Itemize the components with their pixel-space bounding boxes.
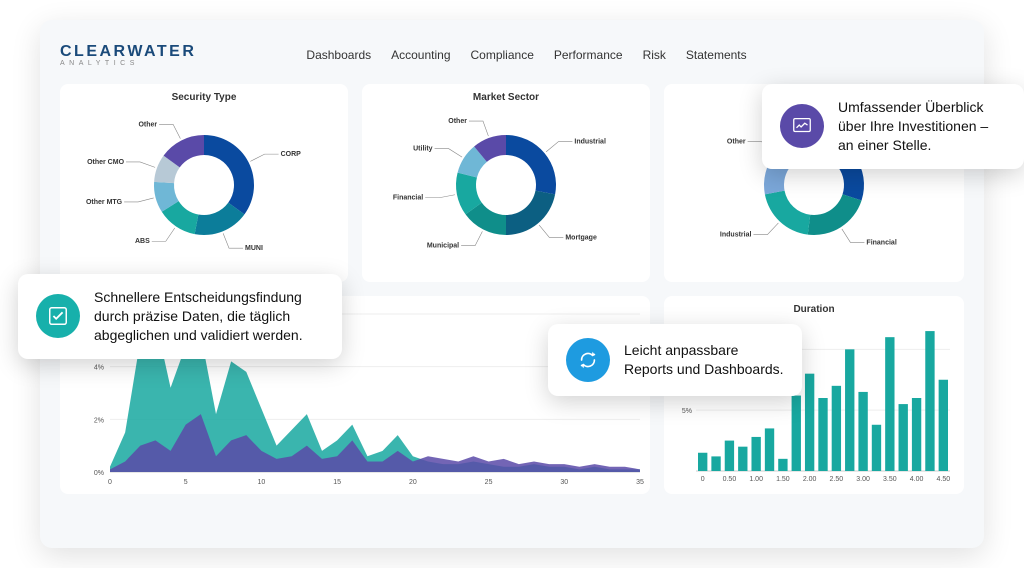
svg-text:1.50: 1.50 bbox=[776, 476, 790, 483]
chart-market-sector: Industrial Mortgage Municipal Financial Util… bbox=[376, 107, 636, 257]
svg-text:Other: Other bbox=[727, 139, 746, 146]
callout-text: Umfassender Überblick über Ihre Investit… bbox=[838, 98, 1006, 155]
brand-main: CLEARWATER bbox=[60, 44, 196, 60]
callout-text: Leicht anpassbare Reports und Dashboards… bbox=[624, 341, 784, 379]
svg-text:5: 5 bbox=[184, 479, 188, 486]
card-title: Market Sector bbox=[372, 92, 640, 103]
svg-text:Other: Other bbox=[448, 118, 467, 125]
svg-text:Industrial: Industrial bbox=[720, 232, 752, 239]
nav-item-performance[interactable]: Performance bbox=[554, 48, 623, 62]
svg-text:0: 0 bbox=[701, 476, 705, 483]
card-market-sector: Market Sector Industrial Mortgage Municipa… bbox=[362, 84, 650, 282]
svg-text:0: 0 bbox=[108, 479, 112, 486]
svg-text:Mortgage: Mortgage bbox=[565, 234, 597, 241]
svg-text:4.00: 4.00 bbox=[910, 476, 924, 483]
nav-item-compliance[interactable]: Compliance bbox=[471, 48, 534, 62]
svg-text:5%: 5% bbox=[682, 408, 692, 415]
svg-text:Financial: Financial bbox=[393, 195, 423, 202]
svg-text:20: 20 bbox=[409, 479, 417, 486]
nav-menu: Dashboards Accounting Compliance Perform… bbox=[306, 48, 746, 62]
card-title: Security Type bbox=[70, 92, 338, 103]
card-security-type: Security Type CORP MUNI ABS Other MTG Other … bbox=[60, 84, 348, 282]
svg-text:15: 15 bbox=[333, 479, 341, 486]
callout-validate: Schnellere Entscheidungsfindung durch pr… bbox=[18, 274, 342, 359]
svg-text:CORP: CORP bbox=[281, 151, 302, 158]
svg-text:Municipal: Municipal bbox=[427, 243, 459, 250]
svg-text:3.00: 3.00 bbox=[856, 476, 870, 483]
svg-text:35: 35 bbox=[636, 479, 644, 486]
topbar: CLEARWATER ANALYTICS Dashboards Accounti… bbox=[60, 36, 964, 74]
nav-item-risk[interactable]: Risk bbox=[643, 48, 666, 62]
svg-text:2.50: 2.50 bbox=[830, 476, 844, 483]
chart-security-type: CORP MUNI ABS Other MTG Other CMO Other bbox=[74, 107, 334, 257]
refresh-icon bbox=[566, 338, 610, 382]
nav-item-accounting[interactable]: Accounting bbox=[391, 48, 450, 62]
svg-text:4%: 4% bbox=[94, 365, 104, 372]
brand-sub: ANALYTICS bbox=[60, 60, 196, 67]
card-title: Duration bbox=[674, 304, 954, 315]
svg-text:2.00: 2.00 bbox=[803, 476, 817, 483]
svg-text:1.00: 1.00 bbox=[749, 476, 763, 483]
svg-text:MUNI: MUNI bbox=[245, 245, 263, 252]
callout-text: Schnellere Entscheidungsfindung durch pr… bbox=[94, 288, 324, 345]
svg-text:Industrial: Industrial bbox=[574, 139, 606, 146]
svg-text:Other MTG: Other MTG bbox=[86, 199, 123, 206]
svg-text:25: 25 bbox=[485, 479, 493, 486]
svg-text:Other: Other bbox=[138, 121, 157, 128]
svg-text:0.50: 0.50 bbox=[723, 476, 737, 483]
svg-text:0%: 0% bbox=[94, 470, 104, 477]
svg-text:3.50: 3.50 bbox=[883, 476, 897, 483]
svg-text:Other CMO: Other CMO bbox=[87, 159, 125, 166]
svg-text:4.50: 4.50 bbox=[937, 476, 951, 483]
svg-text:30: 30 bbox=[560, 479, 568, 486]
svg-text:10: 10 bbox=[258, 479, 266, 486]
svg-text:Utility: Utility bbox=[413, 146, 433, 153]
callout-overview: Umfassender Überblick über Ihre Investit… bbox=[762, 84, 1024, 169]
svg-text:Financial: Financial bbox=[866, 239, 896, 246]
check-icon bbox=[36, 294, 80, 338]
nav-item-statements[interactable]: Statements bbox=[686, 48, 747, 62]
nav-item-dashboards[interactable]: Dashboards bbox=[306, 48, 371, 62]
svg-text:2%: 2% bbox=[94, 417, 104, 424]
chart-icon bbox=[780, 104, 824, 148]
callout-reports: Leicht anpassbare Reports und Dashboards… bbox=[548, 324, 802, 396]
brand-logo: CLEARWATER ANALYTICS bbox=[60, 44, 196, 67]
svg-text:ABS: ABS bbox=[135, 238, 150, 245]
